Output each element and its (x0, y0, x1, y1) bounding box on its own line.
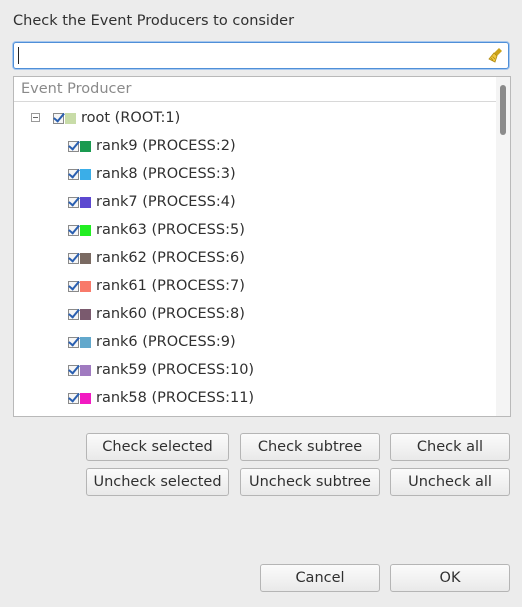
tree-row-label: rank62 (PROCESS:6) (96, 250, 245, 266)
scrollbar-thumb[interactable] (500, 85, 506, 135)
clear-broom-icon[interactable] (487, 46, 505, 64)
tree-row-label: rank58 (PROCESS:11) (96, 390, 255, 406)
check-selected-button[interactable]: Check selected (86, 433, 229, 461)
column-header-event-producer[interactable]: Event Producer (14, 77, 496, 102)
tree-row[interactable]: rank63 (PROCESS:5) (68, 216, 245, 244)
ok-button[interactable]: OK (390, 564, 510, 592)
checkbox[interactable] (68, 140, 79, 152)
uncheck-all-button[interactable]: Uncheck all (390, 468, 510, 496)
checkbox[interactable] (53, 112, 64, 124)
check-all-button[interactable]: Check all (390, 433, 510, 461)
tree-row[interactable]: rank60 (PROCESS:8) (68, 300, 245, 328)
tree-row[interactable]: rank8 (PROCESS:3) (68, 160, 236, 188)
cancel-button[interactable]: Cancel (260, 564, 380, 592)
tree-row[interactable]: rank61 (PROCESS:7) (68, 272, 245, 300)
vertical-scrollbar[interactable] (496, 77, 510, 416)
collapse-toggle-icon[interactable] (31, 113, 40, 122)
checkbox[interactable] (68, 336, 79, 348)
tree-row-label: rank60 (PROCESS:8) (96, 306, 245, 322)
tree-row-root[interactable]: root (ROOT:1) (53, 104, 180, 132)
tree-row[interactable]: rank62 (PROCESS:6) (68, 244, 245, 272)
checkbox[interactable] (68, 308, 79, 320)
uncheck-subtree-button[interactable]: Uncheck subtree (240, 468, 380, 496)
tree-row[interactable]: rank59 (PROCESS:10) (68, 356, 254, 384)
tree-row[interactable]: rank58 (PROCESS:11) (68, 384, 254, 412)
color-swatch (80, 168, 91, 180)
tree-row-label: rank6 (PROCESS:9) (96, 334, 236, 350)
color-swatch (80, 392, 91, 404)
color-swatch (80, 196, 91, 208)
event-producer-tree[interactable]: Event Producer root (ROOT:1) rank9 (PROCE… (13, 76, 511, 417)
tree-row-label: rank9 (PROCESS:2) (96, 138, 236, 154)
tree-row-label: rank61 (PROCESS:7) (96, 278, 245, 294)
color-swatch (80, 308, 91, 320)
tree-row-label: rank8 (PROCESS:3) (96, 166, 236, 182)
prompt-label: Check the Event Producers to consider (13, 13, 295, 29)
checkbox[interactable] (68, 224, 79, 236)
tree-row[interactable]: rank7 (PROCESS:4) (68, 188, 236, 216)
text-caret (18, 47, 19, 64)
tree-row-label: rank59 (PROCESS:10) (96, 362, 255, 378)
color-swatch (80, 336, 91, 348)
check-subtree-button[interactable]: Check subtree (240, 433, 380, 461)
tree-row-label: rank7 (PROCESS:4) (96, 194, 236, 210)
checkbox[interactable] (68, 364, 79, 376)
color-swatch (80, 364, 91, 376)
tree-row[interactable]: rank9 (PROCESS:2) (68, 132, 236, 160)
color-swatch (80, 224, 91, 236)
tree-row[interactable]: rank6 (PROCESS:9) (68, 328, 236, 356)
color-swatch (80, 252, 91, 264)
uncheck-selected-button[interactable]: Uncheck selected (86, 468, 229, 496)
color-swatch (65, 112, 76, 124)
color-swatch (80, 280, 91, 292)
tree-row-label: rank63 (PROCESS:5) (96, 222, 245, 238)
tree-row-label: root (ROOT:1) (81, 110, 181, 126)
color-swatch (80, 140, 91, 152)
checkbox[interactable] (68, 392, 79, 404)
checkbox[interactable] (68, 196, 79, 208)
filter-input[interactable] (13, 42, 509, 69)
checkbox[interactable] (68, 252, 79, 264)
checkbox[interactable] (68, 280, 79, 292)
checkbox[interactable] (68, 168, 79, 180)
